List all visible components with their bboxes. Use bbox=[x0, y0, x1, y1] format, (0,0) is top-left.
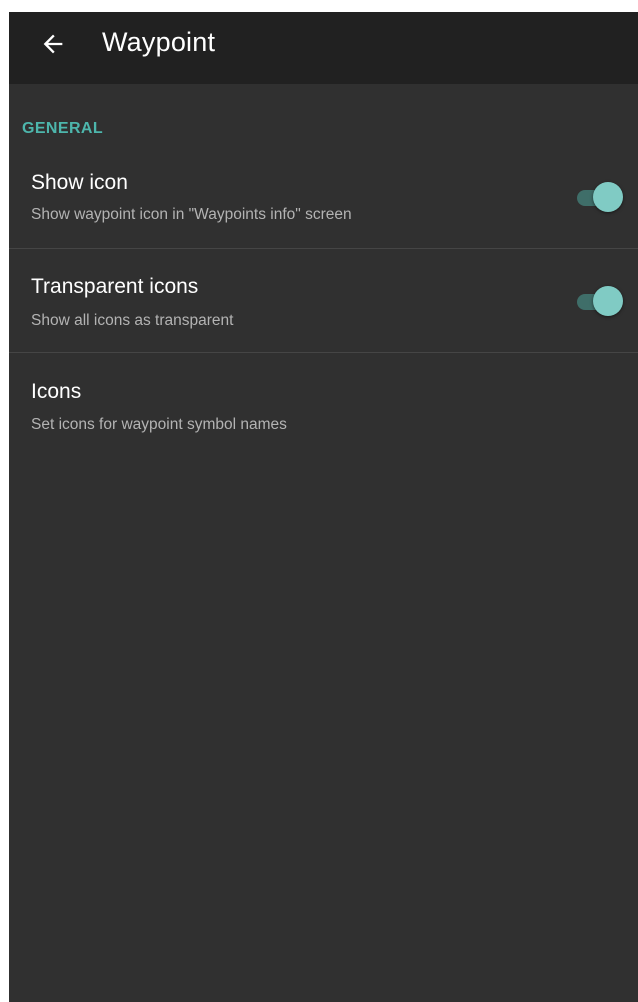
pref-icons[interactable]: Icons Set icons for waypoint symbol name… bbox=[9, 353, 638, 457]
app-bar: Waypoint bbox=[9, 12, 638, 84]
switch-thumb bbox=[593, 286, 623, 316]
pref-transparent-icons[interactable]: Transparent icons Show all icons as tran… bbox=[9, 249, 638, 353]
pref-summary: Show waypoint icon in "Waypoints info" s… bbox=[31, 206, 352, 223]
pref-show-icon[interactable]: Show icon Show waypoint icon in "Waypoin… bbox=[9, 145, 638, 249]
section-header-general: GENERAL bbox=[22, 120, 104, 137]
transparent-icons-switch[interactable] bbox=[575, 285, 623, 317]
pref-title: Show icon bbox=[31, 171, 128, 194]
arrow-left-icon bbox=[39, 30, 67, 58]
pref-summary: Set icons for waypoint symbol names bbox=[31, 416, 287, 433]
switch-thumb bbox=[593, 182, 623, 212]
back-button[interactable] bbox=[33, 24, 73, 64]
pref-summary: Show all icons as transparent bbox=[31, 312, 234, 329]
pref-title: Icons bbox=[31, 380, 82, 403]
pref-title: Transparent icons bbox=[31, 275, 199, 298]
settings-screen: Waypoint GENERAL Show icon Show waypoint… bbox=[9, 12, 638, 1002]
show-icon-switch[interactable] bbox=[575, 181, 623, 213]
page-title: Waypoint bbox=[102, 27, 216, 57]
